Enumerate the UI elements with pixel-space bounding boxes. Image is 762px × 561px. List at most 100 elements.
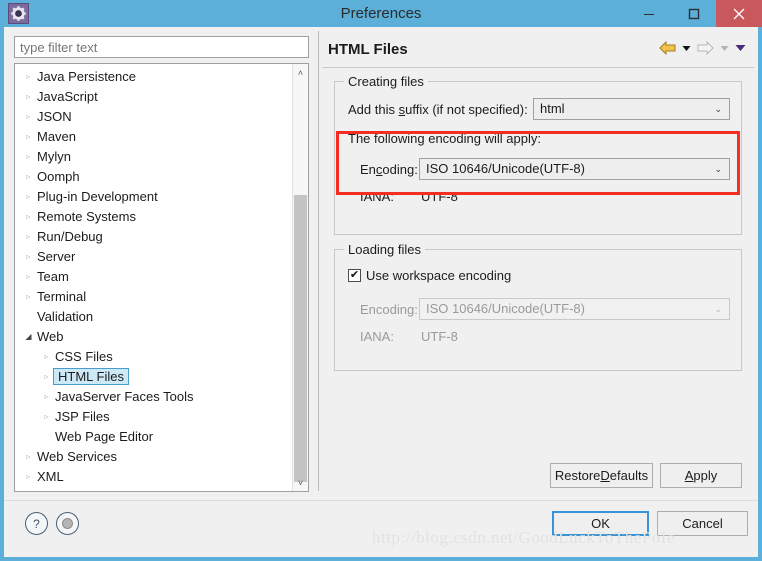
tree-list: ▹ Java Persistence ▹ JavaScript ▹ JSON ▹ Maven ▹…	[15, 64, 293, 491]
suffix-label: Add this suffix (if not specified):	[348, 102, 528, 117]
expand-arrow-icon[interactable]: ▹	[22, 152, 35, 161]
expand-arrow-icon[interactable]: ▹	[22, 192, 35, 201]
tree-item-label: Web Services	[37, 448, 117, 464]
tree-item-label: Maven	[37, 128, 77, 144]
scroll-down-icon[interactable]: ˅	[293, 474, 308, 491]
expand-arrow-icon[interactable]: ▹	[22, 452, 35, 461]
tree-item-html-files[interactable]: ▹ HTML Files	[15, 366, 293, 386]
tree-item-plug-in-development[interactable]: ▹ Plug-in Development	[15, 186, 293, 206]
iana-label: IANA:	[360, 189, 394, 204]
tree-item-xml[interactable]: ▹ XML	[15, 466, 293, 486]
panel-title-rule	[322, 67, 754, 68]
expand-arrow-icon[interactable]: ▹	[22, 472, 35, 481]
restore-defaults-button[interactable]: Restore Defaults	[550, 463, 653, 488]
tree-item-json[interactable]: ▹ JSON	[15, 106, 293, 126]
tree-item-team[interactable]: ▹ Team	[15, 266, 293, 286]
expand-arrow-icon[interactable]: ▹	[40, 412, 53, 421]
chevron-down-icon: ⌄	[714, 164, 722, 174]
tree-item-java-persistence[interactable]: ▹ Java Persistence	[15, 66, 293, 86]
creating-files-group-title: Creating files	[344, 74, 428, 89]
encoding-combo[interactable]: ISO 10646/Unicode(UTF-8) ⌄	[419, 158, 730, 180]
tree-item-mylyn[interactable]: ▹ Mylyn	[15, 146, 293, 166]
tree-item-remote-systems[interactable]: ▹ Remote Systems	[15, 206, 293, 226]
tree-item-label: JSON	[37, 108, 72, 124]
tree-scrollbar[interactable]: ˄ ˅	[292, 64, 308, 491]
view-menu-chevron-down-icon[interactable]	[735, 44, 746, 52]
tree-item-web[interactable]: ◢ Web	[15, 326, 293, 346]
expand-arrow-icon[interactable]: ▹	[22, 132, 35, 141]
preferences-tree[interactable]: ▹ Java Persistence ▹ JavaScript ▹ JSON ▹ Maven ▹…	[14, 63, 309, 492]
minimize-button[interactable]	[626, 0, 671, 27]
tree-item-label: JavaServer Faces Tools	[55, 388, 194, 404]
tree-item-label: Mylyn	[37, 148, 71, 164]
tree-item-label: Run/Debug	[37, 228, 103, 244]
suffix-combo[interactable]: html ⌄	[533, 98, 730, 120]
tree-item-label: Plug-in Development	[37, 188, 158, 204]
tree-item-label: Remote Systems	[37, 208, 136, 224]
panel-divider	[318, 31, 319, 491]
filter-input[interactable]	[14, 36, 309, 58]
encoding-note: The following encoding will apply:	[348, 131, 541, 146]
loading-encoding-combo-value: ISO 10646/Unicode(UTF-8)	[426, 301, 585, 316]
title-bar: Preferences	[0, 0, 762, 27]
expand-arrow-icon[interactable]: ▹	[40, 352, 53, 361]
html-files-panel: HTML Files Creating files Add this suffi…	[322, 31, 754, 493]
expand-arrow-icon[interactable]: ▹	[40, 392, 53, 401]
tree-item-label: Validation	[37, 308, 94, 324]
tree-item-label: CSS Files	[55, 348, 113, 364]
tree-item-label: Oomph	[37, 168, 80, 184]
maximize-button[interactable]	[671, 0, 716, 27]
expand-arrow-icon[interactable]: ▹	[22, 92, 35, 101]
maximize-icon	[688, 8, 699, 19]
tree-item-terminal[interactable]: ▹ Terminal	[15, 286, 293, 306]
apply-button[interactable]: Apply	[660, 463, 742, 488]
use-workspace-encoding-checkbox[interactable]: ✔ Use workspace encoding	[348, 268, 511, 283]
tree-item-javascript[interactable]: ▹ JavaScript	[15, 86, 293, 106]
tree-item-label: Web Page Editor	[55, 428, 154, 444]
chevron-down-icon: ⌄	[714, 304, 722, 314]
iana-value: UTF-8	[421, 189, 458, 204]
expand-arrow-icon[interactable]: ▹	[22, 272, 35, 281]
tree-item-oomph[interactable]: ▹ Oomph	[15, 166, 293, 186]
expand-arrow-icon-open[interactable]: ◢	[22, 332, 35, 341]
expand-arrow-icon[interactable]: ▹	[22, 212, 35, 221]
loading-encoding-combo: ISO 10646/Unicode(UTF-8) ⌄	[419, 298, 730, 320]
tree-item-label: Terminal	[37, 288, 87, 304]
checkbox-box: ✔	[348, 269, 361, 282]
encoding-combo-value: ISO 10646/Unicode(UTF-8)	[426, 161, 585, 176]
expand-arrow-icon[interactable]: ▹	[40, 372, 53, 381]
watermark-text: http://blog.csdn.net/GoodLuckToThePoIe	[372, 528, 675, 547]
back-arrow-icon[interactable]	[659, 41, 676, 55]
scrollbar-thumb[interactable]	[294, 195, 307, 482]
question-mark-icon[interactable]: ?	[25, 512, 48, 535]
tree-item-server[interactable]: ▹ Server	[15, 246, 293, 266]
tree-item-label: JavaScript	[37, 88, 98, 104]
expand-arrow-icon[interactable]: ▹	[22, 72, 35, 81]
tray-toggle-icon[interactable]	[56, 512, 79, 535]
tree-item-maven[interactable]: ▹ Maven	[15, 126, 293, 146]
tree-item-jsp-files[interactable]: ▹ JSP Files	[15, 406, 293, 426]
tree-item-validation[interactable]: Validation	[15, 306, 293, 326]
scroll-up-icon[interactable]: ˄	[293, 64, 308, 81]
minimize-icon	[643, 13, 654, 15]
expand-arrow-icon[interactable]: ▹	[22, 112, 35, 121]
expand-arrow-icon[interactable]: ▹	[22, 292, 35, 301]
close-button[interactable]	[716, 0, 762, 27]
tree-item-label: Web	[37, 328, 64, 344]
tree-item-web-services[interactable]: ▹ Web Services	[15, 446, 293, 466]
tree-item-run-debug[interactable]: ▹ Run/Debug	[15, 226, 293, 246]
expand-arrow-icon[interactable]: ▹	[22, 252, 35, 261]
loading-encoding-label: Encoding:	[360, 302, 418, 317]
back-menu-chevron-down-icon[interactable]	[682, 45, 691, 52]
expand-arrow-icon[interactable]: ▹	[22, 172, 35, 181]
forward-menu-chevron-down-icon	[720, 45, 729, 52]
close-icon	[733, 8, 745, 19]
tray-toggle-dot	[62, 518, 73, 529]
chevron-down-icon: ⌄	[714, 104, 722, 114]
tree-item-web-page-editor[interactable]: Web Page Editor	[15, 426, 293, 446]
tree-item-css-files[interactable]: ▹ CSS Files	[15, 346, 293, 366]
loading-files-group: Loading files ✔ Use workspace encoding E…	[334, 242, 742, 371]
preferences-dialog: Preferences ▹Java Persistence▹JavaScript…	[0, 0, 762, 561]
expand-arrow-icon[interactable]: ▹	[22, 232, 35, 241]
tree-item-javaserver-faces-tools[interactable]: ▹ JavaServer Faces Tools	[15, 386, 293, 406]
